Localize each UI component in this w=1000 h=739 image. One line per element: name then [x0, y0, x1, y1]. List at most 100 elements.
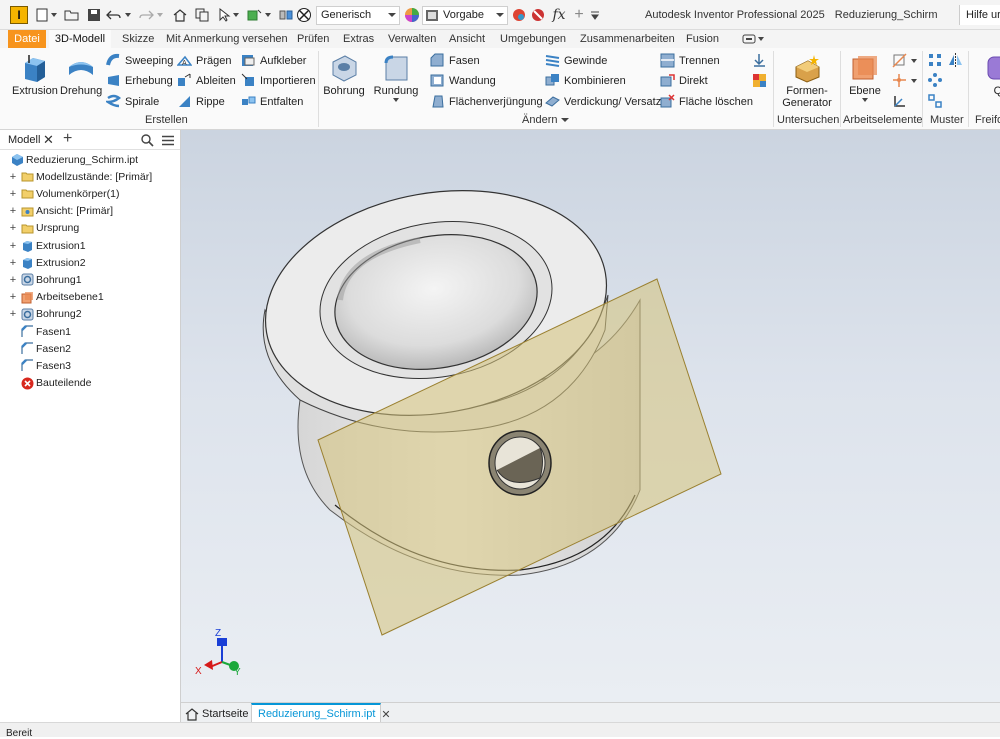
customize-dropdown-icon[interactable] — [590, 7, 600, 23]
parameters-fx-icon[interactable]: fx — [551, 7, 567, 23]
panel-visibility-icon[interactable] — [742, 33, 766, 45]
tab-fusion[interactable]: Fusion — [686, 30, 719, 48]
tab-skizze[interactable]: Skizze — [122, 30, 154, 48]
tree-item-arbeitsebene1[interactable]: + Arbeitsebene1 — [0, 289, 181, 306]
new-file-icon[interactable] — [34, 7, 50, 23]
side-hole[interactable] — [488, 430, 552, 496]
tree-expander-icon[interactable]: + — [8, 222, 18, 234]
tab-datei[interactable]: Datei — [8, 30, 46, 48]
view-axis-triad[interactable]: Z X Y — [195, 628, 241, 678]
tab-3d-modell[interactable]: 3D-Modell — [49, 30, 111, 48]
add-icon[interactable]: + — [571, 6, 587, 23]
update-icon[interactable] — [246, 7, 262, 23]
gewinde-button[interactable]: Gewinde — [545, 53, 607, 68]
importieren-button[interactable]: Importieren — [241, 73, 316, 88]
tree-expander-icon[interactable]: + — [8, 291, 18, 303]
tree-item-bohrung1[interactable]: + Bohrung1 — [0, 271, 181, 288]
mirror-button[interactable] — [948, 53, 967, 68]
ebene-button[interactable]: Ebene — [846, 53, 884, 102]
tree-item-reduzierung-schirm-ipt[interactable]: Reduzierung_Schirm.ipt — [0, 151, 171, 168]
tab-verwalten[interactable]: Verwalten — [388, 30, 436, 48]
tree-item-extrusion1[interactable]: + Extrusion1 — [0, 237, 181, 254]
tab-startseite[interactable]: Startseite — [185, 705, 248, 723]
wandung-button[interactable]: Wandung — [430, 73, 496, 88]
aendern-extra-1-icon[interactable] — [752, 53, 771, 68]
ucs-button[interactable] — [892, 94, 911, 109]
save-icon[interactable] — [86, 7, 102, 23]
circular-pattern-button[interactable] — [928, 73, 947, 88]
select-dropdown-icon[interactable] — [232, 7, 240, 23]
graphics-viewport[interactable]: Z X Y — [181, 130, 1000, 702]
open-icon[interactable] — [64, 7, 80, 23]
tree-expander-icon[interactable]: + — [8, 171, 18, 183]
work-point-dropdown-icon[interactable] — [911, 78, 917, 83]
tree-expander-icon[interactable]: + — [8, 240, 18, 252]
browser-menu-icon[interactable] — [162, 135, 174, 149]
tree-expander-icon[interactable]: + — [8, 308, 18, 320]
aendern-extra-2-icon[interactable] — [752, 73, 771, 88]
clear-appearance-icon[interactable] — [530, 7, 546, 23]
aufkleber-button[interactable]: Aufkleber — [241, 53, 306, 68]
fasen-button[interactable]: Fasen — [430, 53, 480, 68]
add-browser-tab-icon[interactable]: + — [63, 130, 72, 148]
tab-ansicht[interactable]: Ansicht — [449, 30, 485, 48]
tab-active-document[interactable]: Reduzierung_Schirm.ipt ✕ — [251, 703, 391, 723]
color-wheel-icon[interactable] — [404, 7, 420, 23]
freiform-quader-button[interactable]: Qu — [986, 53, 1000, 97]
ableiten-button[interactable]: Ableiten — [177, 73, 236, 88]
direkt-button[interactable]: Direkt — [660, 73, 708, 88]
tree-item-extrusion2[interactable]: + Extrusion2 — [0, 254, 181, 271]
select-icon[interactable] — [216, 7, 232, 23]
tab-umgebungen[interactable]: Umgebungen — [500, 30, 566, 48]
appearance-icon[interactable] — [296, 7, 312, 23]
drehung-button[interactable]: Drehung — [60, 53, 102, 97]
tab-extras[interactable]: Extras — [343, 30, 374, 48]
rippe-button[interactable]: Rippe — [177, 94, 225, 109]
kombinieren-button[interactable]: Kombinieren — [545, 73, 626, 88]
model-canvas[interactable]: Z X Y — [181, 130, 1000, 702]
tree-expander-icon[interactable]: + — [8, 205, 18, 217]
formen-generator-button[interactable]: Formen- Generator — [782, 53, 832, 109]
close-browser-icon[interactable]: ✕ — [43, 132, 54, 148]
extrusion-button[interactable]: Extrusion — [12, 53, 58, 97]
rundung-button[interactable]: Rundung — [372, 53, 420, 102]
tree-item-bohrung2[interactable]: + Bohrung2 — [0, 306, 181, 323]
tree-item-fasen1[interactable]: Fasen1 — [0, 323, 181, 340]
trennen-button[interactable]: Trennen — [660, 53, 720, 68]
flaeche-loeschen-button[interactable]: Fläche löschen — [660, 94, 753, 109]
praegen-button[interactable]: A Prägen — [177, 53, 231, 68]
bohrung-button[interactable]: Bohrung — [322, 53, 366, 97]
tab-mit-anmerkung-versehen[interactable]: Mit Anmerkung versehen — [166, 30, 288, 48]
entfalten-button[interactable]: Entfalten — [241, 94, 303, 109]
tree-item-ursprung[interactable]: + Ursprung — [0, 220, 181, 237]
tree-item-modellzustände-primär[interactable]: + Modellzustände: [Primär] — [0, 168, 181, 185]
measure-icon[interactable] — [278, 7, 294, 23]
sketch-pattern-button[interactable] — [928, 94, 947, 109]
undo-icon[interactable] — [106, 7, 122, 23]
ebene-dropdown-icon[interactable] — [862, 98, 868, 102]
tree-expander-icon[interactable]: + — [8, 274, 18, 286]
sweeping-button[interactable]: Sweeping — [106, 53, 173, 68]
tab-pruefen[interactable]: Prüfen — [297, 30, 329, 48]
tree-item-volumenkörper-1[interactable]: + Volumenkörper(1) — [0, 185, 181, 202]
redo-dropdown-icon[interactable] — [156, 7, 164, 23]
tree-item-fasen2[interactable]: Fasen2 — [0, 340, 181, 357]
tree-item-fasen3[interactable]: Fasen3 — [0, 357, 181, 374]
spirale-button[interactable]: Spirale — [106, 94, 159, 109]
home-icon[interactable] — [172, 7, 188, 23]
tree-expander-icon[interactable]: + — [8, 188, 18, 200]
app-logo-icon[interactable]: I — [10, 6, 28, 24]
new-dropdown-icon[interactable] — [50, 7, 58, 23]
work-axis-button[interactable] — [892, 53, 917, 68]
adjust-appearance-icon[interactable] — [511, 7, 527, 23]
rectangular-pattern-button[interactable] — [928, 53, 947, 68]
work-point-button[interactable] — [892, 73, 917, 88]
tree-expander-icon[interactable]: + — [8, 257, 18, 269]
copy-icon[interactable] — [194, 7, 210, 23]
material-combo[interactable]: Generisch — [316, 6, 400, 25]
close-tab-icon[interactable]: ✕ — [381, 708, 390, 721]
undo-dropdown-icon[interactable] — [124, 7, 132, 23]
redo-icon[interactable] — [138, 7, 154, 23]
update-dropdown-icon[interactable] — [264, 7, 272, 23]
help-search-field[interactable]: Hilfe ur — [959, 5, 1000, 25]
